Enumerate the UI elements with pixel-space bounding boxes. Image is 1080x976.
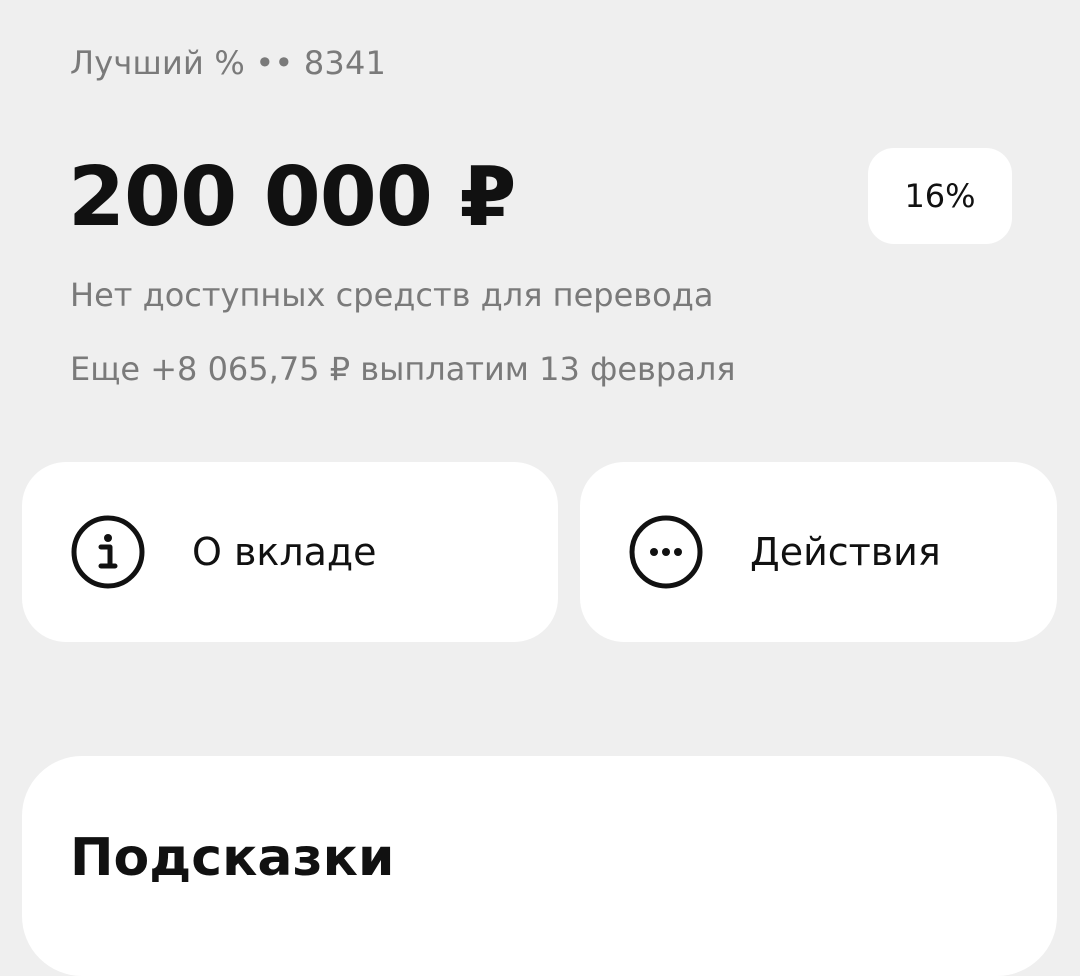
more-icon: [628, 514, 704, 590]
actions-label: Действия: [750, 530, 941, 574]
about-deposit-button[interactable]: О вкладе: [22, 462, 558, 642]
account-name: Лучший % •• 8341: [70, 44, 387, 82]
balance-amount: 200 000 ₽: [68, 150, 516, 245]
actions-button[interactable]: Действия: [580, 462, 1057, 642]
about-deposit-label: О вкладе: [192, 530, 377, 574]
transfer-availability-note: Нет доступных средств для перевода: [70, 276, 714, 314]
interest-payout-note: Еще +8 065,75 ₽ выплатим 13 февраля: [70, 350, 736, 388]
info-icon: [70, 514, 146, 590]
interest-rate-badge[interactable]: 16%: [868, 148, 1012, 244]
hints-section: Подсказки: [22, 756, 1057, 976]
hints-title: Подсказки: [70, 828, 395, 888]
